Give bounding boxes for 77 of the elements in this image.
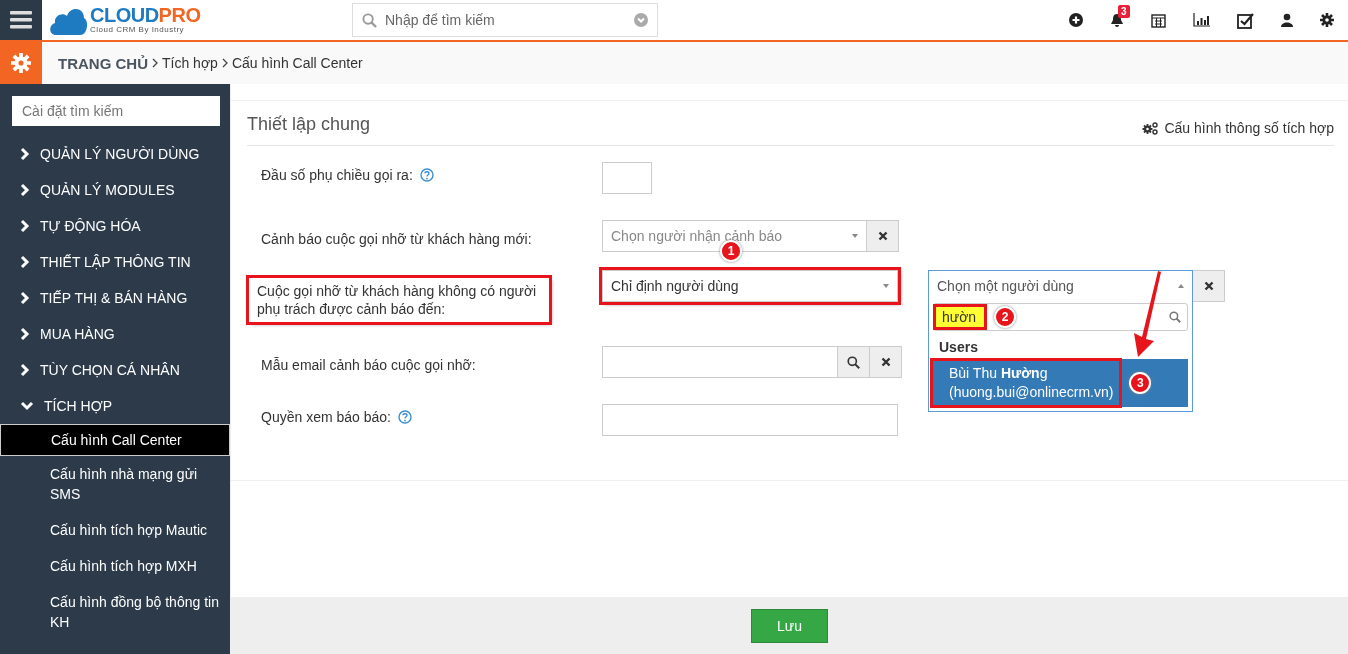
- chevron-down-icon: [20, 401, 34, 411]
- calendar-icon[interactable]: [1151, 12, 1166, 28]
- close-icon: [1203, 281, 1214, 291]
- sidebar-item[interactable]: TỰ ĐỘNG HÓA: [0, 208, 230, 244]
- panel-title: Thiết lập chung: [247, 113, 371, 135]
- field-label: Cuộc gọi nhỡ từ khách hàng không có người phụ trách được cảnh báo đến:: [249, 278, 549, 322]
- config-link[interactable]: Cấu hình thông số tích hợp: [1142, 120, 1334, 136]
- input-field[interactable]: [602, 162, 652, 194]
- input-field[interactable]: [602, 346, 838, 378]
- field-label: Quyền xem báo báo:: [261, 404, 561, 436]
- add-icon[interactable]: [1069, 13, 1083, 27]
- search-text: hườn: [936, 307, 985, 327]
- bar-chart-icon[interactable]: [1193, 13, 1210, 27]
- sidebar-item[interactable]: TIẾP THỊ & BÁN HÀNG: [0, 280, 230, 316]
- menu-icon: [10, 11, 32, 29]
- settings-icon: [11, 53, 31, 73]
- chevron-right-icon: [221, 58, 228, 68]
- caret-icon: [1178, 284, 1184, 288]
- chevron-right-icon: [152, 58, 158, 68]
- select-field[interactable]: Chỉ định người dùng: [602, 270, 898, 302]
- chevron-right-icon: [20, 327, 30, 341]
- chevron-down-icon: [634, 13, 648, 27]
- sidebar-subitem[interactable]: Cấu hình Call Center: [0, 424, 230, 456]
- user-option[interactable]: Bùi Thu Hường (huong.bui@onlinecrm.vn) 3: [933, 359, 1188, 407]
- clear-button[interactable]: [1193, 270, 1225, 302]
- chevron-right-icon: [20, 291, 30, 305]
- step-marker: 2: [994, 306, 1017, 328]
- breadcrumb-link[interactable]: TRANG CHỦ: [58, 54, 148, 72]
- sidebar-item[interactable]: TÍCH HỢP: [0, 388, 230, 424]
- search-field[interactable]: Nhập để tìm kiếm: [352, 3, 658, 37]
- sidebar-item[interactable]: QUẢN LÝ MODULES: [0, 172, 230, 208]
- settings-search-field[interactable]: Cài đặt tìm kiếm: [12, 96, 220, 126]
- field-label: Cảnh báo cuộc gọi nhỡ từ khách hàng mới:: [261, 230, 533, 249]
- option-group-label: Users: [938, 338, 979, 357]
- menu-button[interactable]: [0, 0, 42, 40]
- option-text: Bùi Thu Hường (huong.bui@onlinecrm.vn): [933, 361, 1120, 405]
- clear-button[interactable]: [870, 346, 902, 378]
- sidebar-item[interactable]: TÙY CHỌN CÁ NHÂN: [0, 352, 230, 388]
- caret-icon: [883, 284, 889, 288]
- user-select-field[interactable]: Chọn một người dùng: [928, 270, 1193, 302]
- field-label: Mẫu email cảnh báo cuộc gọi nhỡ:: [261, 356, 477, 375]
- search-icon: [847, 355, 860, 369]
- breadcrumb-link[interactable]: Tích hợp: [162, 55, 218, 71]
- clear-button[interactable]: [867, 220, 899, 252]
- help-icon[interactable]: [419, 168, 434, 182]
- close-icon: [880, 357, 891, 367]
- chevron-right-icon: [20, 183, 30, 197]
- close-icon: [877, 231, 888, 241]
- gears-icon: [1142, 121, 1159, 135]
- sidebar-subitem[interactable]: Cấu hình tích hợp Mautic: [0, 512, 230, 548]
- notification-badge: 3: [1118, 4, 1130, 18]
- search-button[interactable]: [838, 346, 870, 378]
- field-label: Đầu số phụ chiều gọi ra:: [261, 162, 561, 194]
- sidebar-subitem[interactable]: Cấu hình nhà mạng gửi SMS: [0, 456, 230, 512]
- chevron-right-icon: [20, 219, 30, 233]
- caret-icon: [852, 234, 858, 238]
- help-icon[interactable]: [397, 410, 412, 424]
- sidebar-item[interactable]: MUA HÀNG: [0, 316, 230, 352]
- chevron-right-icon: [20, 255, 30, 269]
- breadcrumb-link[interactable]: Cấu hình Call Center: [231, 55, 363, 71]
- brand-name: CLOUDPRO: [90, 5, 201, 25]
- sidebar-subitem[interactable]: Cấu hình tích hợp MXH: [0, 548, 230, 584]
- sidebar-item[interactable]: THIẾT LẬP THÔNG TIN: [0, 244, 230, 280]
- settings-icon[interactable]: [1320, 13, 1334, 27]
- search-icon: [1169, 311, 1181, 323]
- search-icon: [362, 13, 377, 28]
- step-marker: 3: [1129, 372, 1152, 394]
- checkbox-icon[interactable]: [1237, 11, 1254, 29]
- chevron-right-icon: [20, 363, 30, 377]
- input-field[interactable]: [602, 404, 898, 436]
- step-marker: 1: [720, 240, 742, 262]
- sidebar-item[interactable]: QUẢN LÝ NGƯỜI DÙNG: [0, 136, 230, 172]
- sidebar-subitem[interactable]: Cấu hình đồng bộ thông tin KH: [0, 584, 230, 640]
- dropdown-search-field[interactable]: hườn 2: [933, 303, 1188, 331]
- user-icon[interactable]: [1281, 13, 1293, 27]
- chevron-right-icon: [20, 147, 30, 161]
- brand-tagline: Cloud CRM By Industry: [90, 25, 186, 35]
